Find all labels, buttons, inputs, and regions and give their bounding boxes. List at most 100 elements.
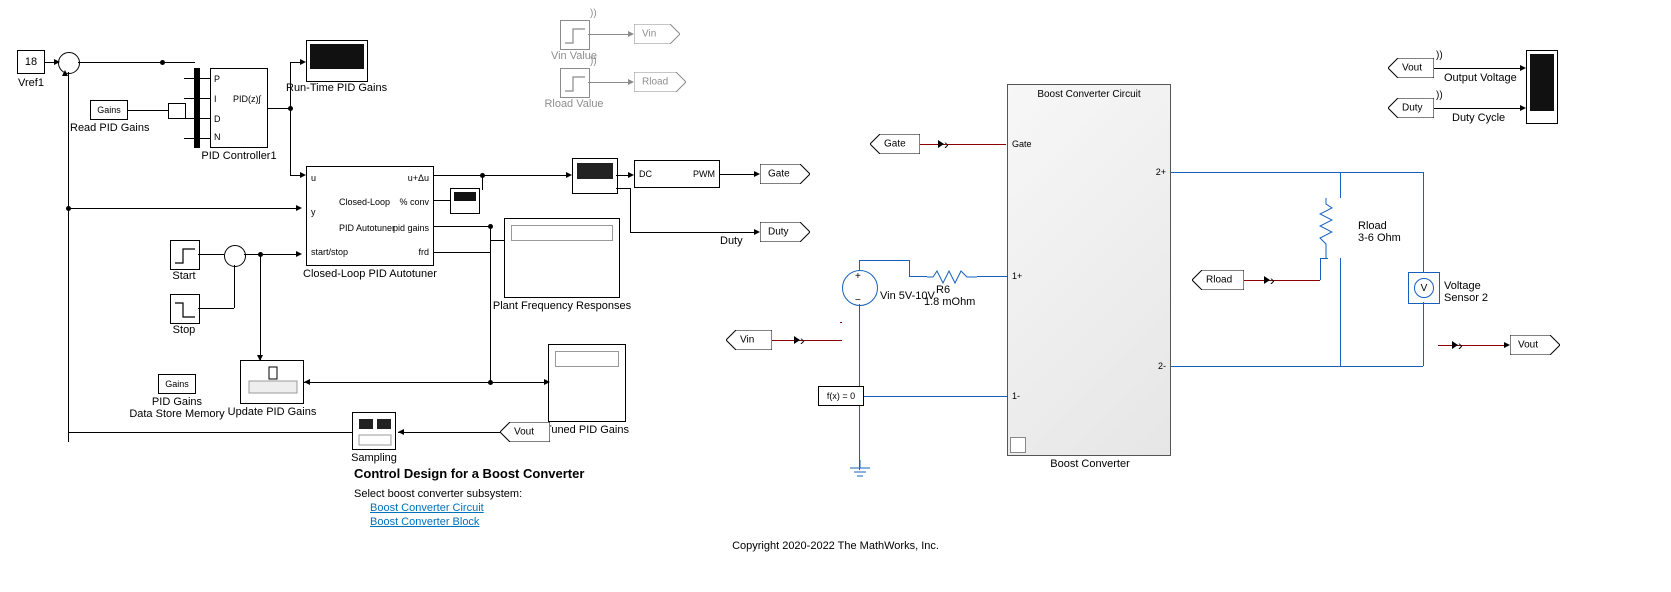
- vin-step[interactable]: [560, 20, 590, 50]
- pwm-in: DC: [639, 169, 652, 179]
- mux-pid-inputs[interactable]: [194, 68, 200, 148]
- sampling-block[interactable]: [352, 412, 396, 450]
- boost-converter-subsystem[interactable]: Boost Converter Circuit Gate 1+ 1- 2+ 2-: [1007, 84, 1171, 456]
- diagram-title: Control Design for a Boost Converter: [354, 466, 584, 481]
- port-gate: Gate: [1012, 139, 1032, 149]
- label-dsm1: PID Gains: [138, 396, 216, 408]
- from-duty-scope-text: Duty: [1402, 103, 1423, 114]
- dc-to-pwm[interactable]: DC PWM: [634, 160, 720, 188]
- resistor-r6[interactable]: [927, 270, 977, 287]
- boost-converter-label: Boost Converter: [1040, 458, 1140, 470]
- label-vref1: Vref1: [17, 77, 45, 89]
- pwm-out: PWM: [693, 169, 715, 179]
- label-stop: Stop: [166, 324, 202, 336]
- from-vout-scope[interactable]: Vout: [1388, 58, 1434, 78]
- update-pid-gains[interactable]: [240, 360, 304, 404]
- goto-vin[interactable]: Vin: [634, 24, 680, 44]
- autotuner-out2: % conv: [399, 197, 429, 207]
- goto-vout-text: Vout: [1518, 340, 1538, 351]
- scope-runtime-gains[interactable]: [306, 40, 368, 82]
- voltage-sensor[interactable]: V: [1408, 272, 1440, 304]
- port-2p: 2+: [1156, 167, 1166, 177]
- constant-vref1[interactable]: 18: [17, 50, 45, 74]
- pid-expr: PID(z)∫: [233, 94, 261, 104]
- goto-duty[interactable]: Duty: [760, 222, 810, 242]
- scope-conv[interactable]: [450, 188, 480, 214]
- goto-gate[interactable]: Gate: [760, 164, 810, 184]
- subtitle: Select boost converter subsystem:: [354, 488, 522, 500]
- datastore-memory[interactable]: Gains: [158, 374, 196, 394]
- from-vout[interactable]: Vout: [500, 422, 550, 442]
- tag-rload-text: Rload: [642, 77, 668, 88]
- tag-duty-text: Duty: [768, 227, 789, 238]
- scope-output[interactable]: [1526, 50, 1558, 124]
- from-duty-scope[interactable]: Duty: [1388, 98, 1434, 118]
- plant-freq-responses[interactable]: [504, 218, 620, 298]
- from-rload[interactable]: Rload: [1192, 270, 1244, 290]
- label-plant-resp: Plant Frequency Responses: [490, 300, 634, 312]
- link-circuit[interactable]: Boost Converter Circuit: [370, 502, 484, 514]
- label-output-voltage: Output Voltage: [1444, 72, 1517, 84]
- step-start[interactable]: [170, 240, 200, 270]
- autotuner-out4: frd: [418, 247, 429, 257]
- autotuner-ss: start/stop: [311, 247, 348, 257]
- tag-gate-text: Gate: [768, 169, 790, 180]
- solver-config[interactable]: f(x) = 0: [818, 386, 864, 406]
- label-r6: R6: [936, 284, 950, 296]
- goto-vout[interactable]: Vout: [1510, 335, 1560, 355]
- label-rload-val: 3-6 Ohm: [1358, 232, 1401, 244]
- label-start: Start: [166, 270, 202, 282]
- demux-gains[interactable]: [168, 103, 186, 119]
- autotuner-out3: pid gains: [393, 223, 429, 233]
- from-vin-text: Vin: [740, 335, 754, 346]
- tuned-pid-gains[interactable]: [548, 344, 626, 422]
- link-block[interactable]: Boost Converter Block: [370, 516, 479, 528]
- autotuner-u: u: [311, 173, 316, 183]
- label-tuned-gains: Tuned PID Gains: [540, 424, 634, 436]
- label-vsensor: Voltage Sensor 2: [1444, 280, 1492, 304]
- from-vin[interactable]: Vin: [726, 330, 772, 350]
- simulink-diagram: 18 Vref1 Gains Read PID Gains P I D N PI…: [0, 0, 1671, 592]
- circuit-title: Boost Converter Circuit: [1008, 89, 1170, 100]
- pid-port-i: I: [214, 94, 217, 104]
- sum-startstop[interactable]: [224, 245, 246, 267]
- from-gate-text: Gate: [884, 139, 906, 150]
- autotuner-label: Closed-Loop PID Autotuner: [296, 268, 444, 280]
- from-rload-text: Rload: [1206, 275, 1232, 286]
- pwm-preview[interactable]: [572, 158, 618, 194]
- label-update-gains: Update PID Gains: [226, 406, 318, 418]
- electrical-ground[interactable]: [848, 460, 872, 483]
- pid-label: PID Controller1: [196, 150, 282, 162]
- step-stop[interactable]: [170, 294, 200, 324]
- label-sampling: Sampling: [342, 452, 406, 464]
- autotuner-y: y: [311, 207, 316, 217]
- port-1m: 1-: [1012, 391, 1020, 401]
- rload-step[interactable]: [560, 68, 590, 98]
- duty-wire-label: Duty: [720, 235, 743, 247]
- wireless-icon: )): [590, 56, 597, 67]
- goto-rload[interactable]: Rload: [634, 72, 686, 92]
- datastore-read[interactable]: Gains: [90, 100, 128, 120]
- controlled-voltage-source[interactable]: [842, 270, 878, 306]
- wireless-icon: )): [1436, 50, 1443, 61]
- pid-port-d: D: [214, 114, 221, 124]
- port-2m: 2-: [1158, 361, 1166, 371]
- pid-port-p: P: [214, 74, 220, 84]
- label-runtime-gains: Run-Time PID Gains: [286, 82, 386, 94]
- pid-port-n: N: [214, 132, 221, 142]
- closed-loop-autotuner[interactable]: u y start/stop u+Δu % conv Closed-Loop P…: [306, 166, 434, 266]
- pid-controller[interactable]: P I D N PID(z)∫: [210, 68, 268, 148]
- subsystem-badge-icon: [1010, 437, 1026, 453]
- label-duty-cycle: Duty Cycle: [1452, 112, 1505, 124]
- wireless-icon: )): [1436, 90, 1443, 101]
- wireless-icon: )): [590, 8, 597, 19]
- resistor-rload[interactable]: [1316, 198, 1333, 258]
- label-read-gains: Read PID Gains: [70, 122, 148, 134]
- autotuner-out1: u+Δu: [408, 173, 429, 183]
- label-rload-name: Rload: [1358, 220, 1387, 232]
- label-r6-val: 1.8 mOhm: [924, 296, 975, 308]
- autotuner-mid2: PID Autotuner: [339, 223, 395, 233]
- from-gate[interactable]: Gate: [870, 134, 920, 154]
- voltage-sensor-glyph: V: [1414, 278, 1434, 298]
- label-dsm2: Data Store Memory: [128, 408, 226, 420]
